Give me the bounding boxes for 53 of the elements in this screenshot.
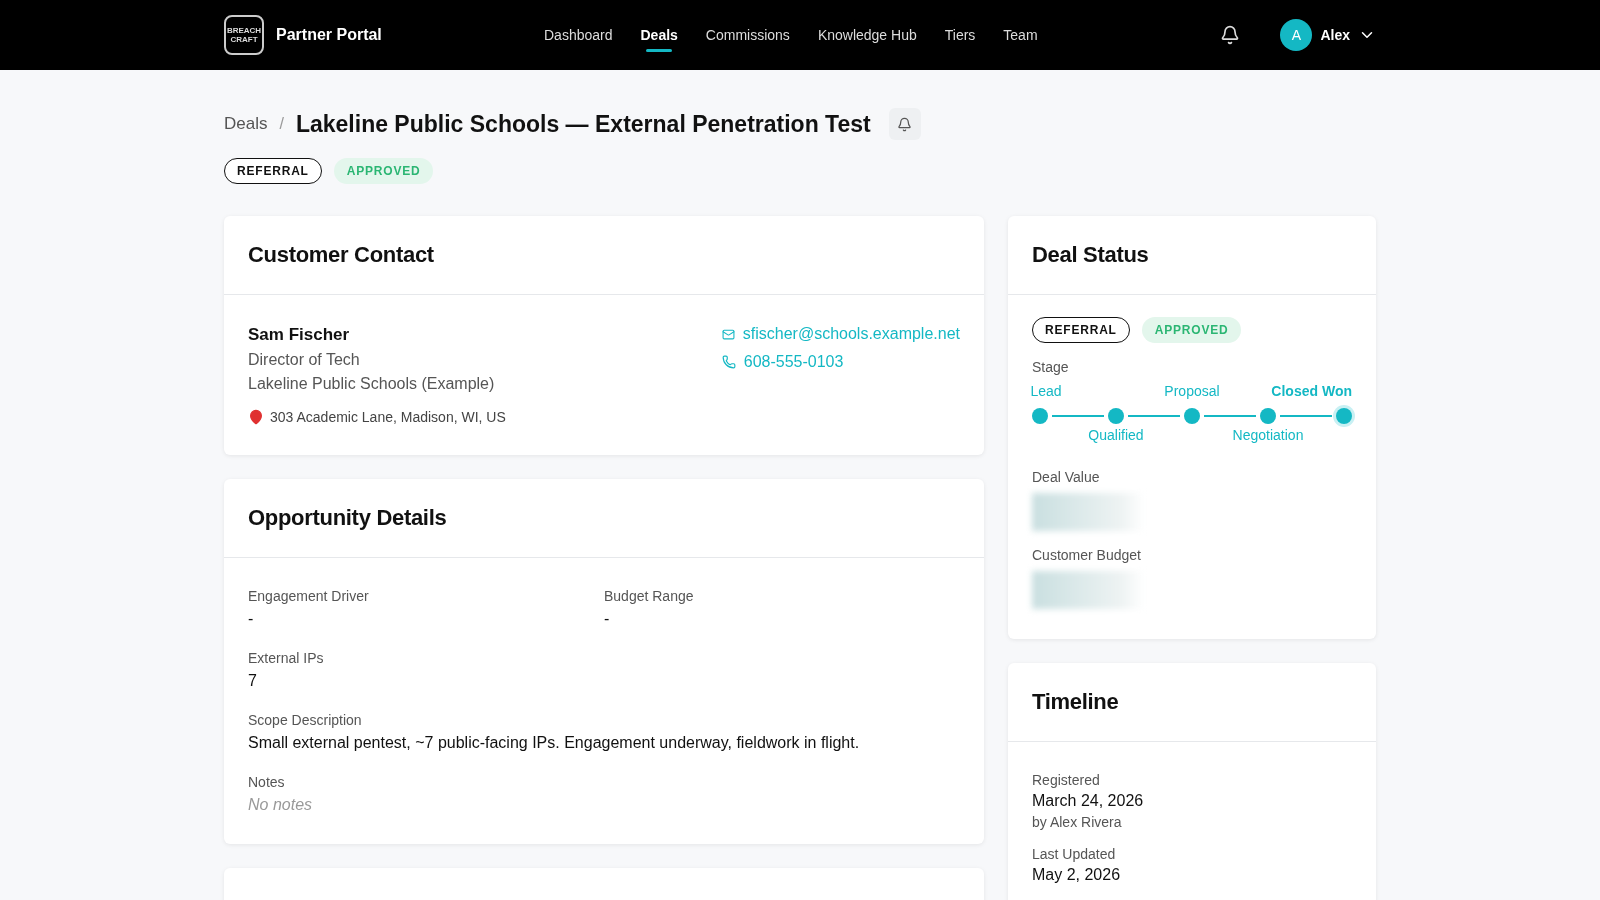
date-value: May 2, 2026 — [1032, 866, 1122, 884]
author-text: by Alex Rivera — [1032, 814, 1123, 830]
date-value: March 24, 2026 — [1032, 792, 1145, 810]
stage-label: Negotiation — [1232, 427, 1304, 443]
breadcrumb-separator: / — [279, 115, 284, 133]
field-label: Budget Range — [604, 588, 695, 604]
field-label: Stage — [1032, 359, 1070, 375]
field-label: Last Updated — [1032, 846, 1117, 862]
map-pin-icon — [248, 409, 264, 425]
stage-label: Closed Won — [1271, 383, 1352, 399]
bell-icon — [897, 116, 913, 132]
field-value: - — [604, 610, 611, 628]
watch-button[interactable] — [888, 108, 921, 140]
field-label: Notes — [248, 774, 286, 790]
card-title: Deal Status — [1032, 242, 1150, 268]
card-title: Customer Contact — [248, 242, 435, 268]
card-title: Opportunity Details — [248, 505, 448, 531]
notes-text: No notes — [248, 796, 314, 814]
breadcrumb-link[interactable]: Deals — [224, 114, 268, 134]
field-value: 7 — [248, 672, 258, 690]
stage-label: Lead — [1030, 383, 1062, 399]
stage-label: Proposal — [1164, 383, 1220, 399]
nav-link[interactable]: Knowledge Hub — [817, 21, 917, 52]
field-value: Small external pentest, ~7 public-facing IPs. Engagement underway, fieldwork in flight. — [248, 734, 861, 752]
mail-icon — [721, 327, 735, 341]
nav-link[interactable]: Tiers — [944, 21, 976, 52]
nav-link[interactable]: Dashboard — [544, 21, 613, 52]
contact-address: 303 Academic Lane, Madison, WI, US — [270, 409, 506, 425]
logo: BREACH CRAFT — [224, 15, 264, 55]
notification-bell-icon[interactable] — [1220, 25, 1241, 45]
phone-icon — [721, 355, 736, 369]
contact-company: Lakeline Public Schools (Example) — [248, 375, 496, 393]
field-label: Deal Value — [1032, 469, 1101, 485]
contact-name: Sam Fischer — [248, 325, 351, 345]
stage-label: Qualified — [1088, 427, 1144, 443]
field-label: Customer Budget — [1032, 547, 1142, 563]
nav-link[interactable]: Commissions — [705, 21, 790, 52]
status-badge: APPROVED — [1141, 317, 1242, 343]
field-value: - — [248, 610, 255, 628]
field-label: Engagement Driver — [248, 588, 370, 604]
contact-role: Director of Tech — [248, 351, 361, 369]
status-badge: REFERRAL — [224, 158, 322, 184]
nav-link[interactable]: Team — [1003, 21, 1038, 52]
card-title: Timeline — [1032, 689, 1120, 715]
status-badge: REFERRAL — [1032, 317, 1130, 343]
field-label: External IPs — [248, 650, 325, 666]
field-label: Registered — [1032, 772, 1101, 788]
page-title: Lakeline Public Schools — External Penetration Test — [295, 110, 871, 138]
status-badge: APPROVED — [333, 158, 434, 184]
user-name[interactable]: Alex — [1320, 27, 1350, 43]
field-label: Scope Description — [248, 712, 363, 728]
nav-link[interactable]: Deals — [640, 21, 678, 52]
app-title: Partner Portal — [276, 26, 382, 44]
